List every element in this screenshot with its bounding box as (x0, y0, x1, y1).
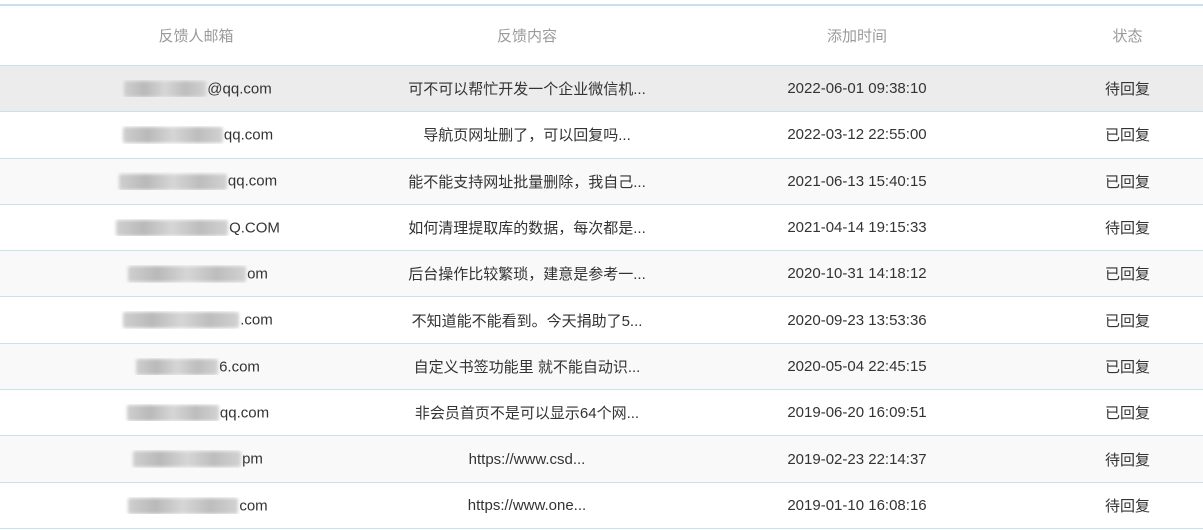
email-suffix: qq.com (227, 173, 278, 190)
content-cell[interactable]: 能不能支持网址批量删除，我自己... (392, 171, 662, 192)
table-row[interactable]: .com 不知道能不能看到。今天捐助了5... 2020-09-23 13:53… (0, 297, 1203, 344)
time-cell: 2019-01-10 16:08:16 (787, 496, 927, 514)
email-cell: Q.COM (0, 219, 392, 237)
table-row[interactable]: 6.com 自定义书签功能里 就不能自动识... 2020-05-04 22:4… (0, 343, 1203, 391)
email-suffix: .com (240, 311, 273, 329)
table-row[interactable]: qq.com 非会员首页不是可以显示64个网... 2019-06-20 16:… (0, 390, 1203, 437)
content-cell[interactable]: 不知道能不能看到。今天捐助了5... (392, 310, 662, 331)
status-cell[interactable]: 已回复 (1052, 402, 1203, 423)
table-row[interactable]: Q.COM 如何清理提取库的数据，每次都是... 2021-04-14 19:1… (0, 205, 1203, 252)
redacted-email (128, 266, 247, 283)
time-cell: 2022-03-12 22:55:00 (787, 126, 927, 144)
email-cell: qq.com (0, 172, 392, 190)
status-cell[interactable]: 已回复 (1052, 356, 1203, 377)
redacted-email (133, 451, 242, 468)
table-row[interactable]: om 后台操作比较繁琐，建意是参考一... 2020-10-31 14:18:1… (0, 251, 1203, 298)
email-suffix: qq.com (223, 126, 274, 144)
time-cell: 2019-06-20 16:09:51 (787, 404, 927, 422)
email-suffix: Q.COM (229, 219, 280, 237)
email-suffix: @qq.com (207, 80, 272, 98)
email-cell: qq.com (0, 404, 392, 422)
header-time: 添加时间 (826, 28, 887, 45)
content-cell[interactable]: 导航页网址删了，可以回复吗... (392, 124, 662, 145)
table-row[interactable]: @qq.com 可不可以帮忙开发一个企业微信机... 2022-06-01 09… (0, 66, 1203, 113)
time-cell: 2021-06-13 15:40:15 (787, 172, 927, 190)
email-suffix: qq.com (219, 404, 270, 422)
time-cell: 2020-05-04 22:45:15 (787, 357, 927, 375)
content-cell[interactable]: 非会员首页不是可以显示64个网... (392, 402, 662, 423)
header-content: 反馈内容 (496, 28, 557, 45)
redacted-email (116, 219, 229, 236)
status-cell[interactable]: 待回复 (1052, 449, 1203, 470)
content-cell[interactable]: 后台操作比较繁琐，建意是参考一... (392, 263, 662, 284)
email-cell: com (0, 497, 392, 515)
email-suffix: 6.com (219, 358, 260, 376)
redacted-email (123, 312, 240, 329)
feedback-table: 反馈人邮箱 反馈内容 添加时间 状态 @qq.com 可不可以帮忙开发一个企业微… (0, 6, 1203, 529)
email-cell: .com (0, 311, 392, 329)
redacted-email (136, 358, 219, 375)
time-cell: 2021-04-14 19:15:33 (787, 219, 927, 237)
status-cell[interactable]: 待回复 (1052, 495, 1203, 516)
content-cell[interactable]: https://www.one... (392, 497, 662, 514)
email-suffix: com (239, 497, 268, 515)
time-cell: 2020-10-31 14:18:12 (787, 265, 927, 283)
time-cell: 2019-02-23 22:14:37 (787, 450, 927, 468)
email-cell: 6.com (0, 358, 392, 376)
redacted-email (128, 497, 239, 514)
email-cell: @qq.com (0, 80, 392, 98)
table-row[interactable]: com https://www.one... 2019-01-10 16:08:… (0, 483, 1203, 529)
content-cell[interactable]: 如何清理提取库的数据，每次都是... (392, 217, 662, 238)
status-cell[interactable]: 已回复 (1052, 310, 1203, 331)
content-cell[interactable]: 自定义书签功能里 就不能自动识... (392, 356, 662, 377)
header-email: 反馈人邮箱 (158, 28, 234, 45)
redacted-email (122, 127, 223, 144)
content-cell[interactable]: https://www.csd... (392, 451, 662, 468)
table-header: 反馈人邮箱 反馈内容 添加时间 状态 (0, 6, 1203, 66)
status-cell[interactable]: 已回复 (1052, 263, 1203, 284)
time-cell: 2022-06-01 09:38:10 (787, 80, 927, 98)
table-row[interactable]: qq.com 能不能支持网址批量删除，我自己... 2021-06-13 15:… (0, 158, 1203, 205)
table-row[interactable]: pm https://www.csd... 2019-02-23 22:14:3… (0, 436, 1203, 483)
email-cell: pm (0, 450, 392, 468)
time-cell: 2020-09-23 13:53:36 (787, 311, 927, 329)
status-cell[interactable]: 已回复 (1052, 171, 1203, 192)
status-cell[interactable]: 待回复 (1052, 217, 1203, 238)
status-cell[interactable]: 已回复 (1052, 124, 1203, 145)
email-suffix: pm (242, 450, 263, 468)
email-cell: qq.com (0, 126, 392, 144)
redacted-email (124, 80, 207, 97)
email-suffix: om (247, 265, 268, 283)
table-row[interactable]: qq.com 导航页网址删了，可以回复吗... 2022-03-12 22:55… (0, 112, 1203, 159)
email-cell: om (0, 265, 392, 283)
status-cell[interactable]: 待回复 (1052, 78, 1203, 99)
redacted-email (118, 173, 227, 190)
header-status: 状态 (1112, 28, 1143, 45)
content-cell[interactable]: 可不可以帮忙开发一个企业微信机... (392, 78, 662, 99)
redacted-email (126, 404, 219, 421)
